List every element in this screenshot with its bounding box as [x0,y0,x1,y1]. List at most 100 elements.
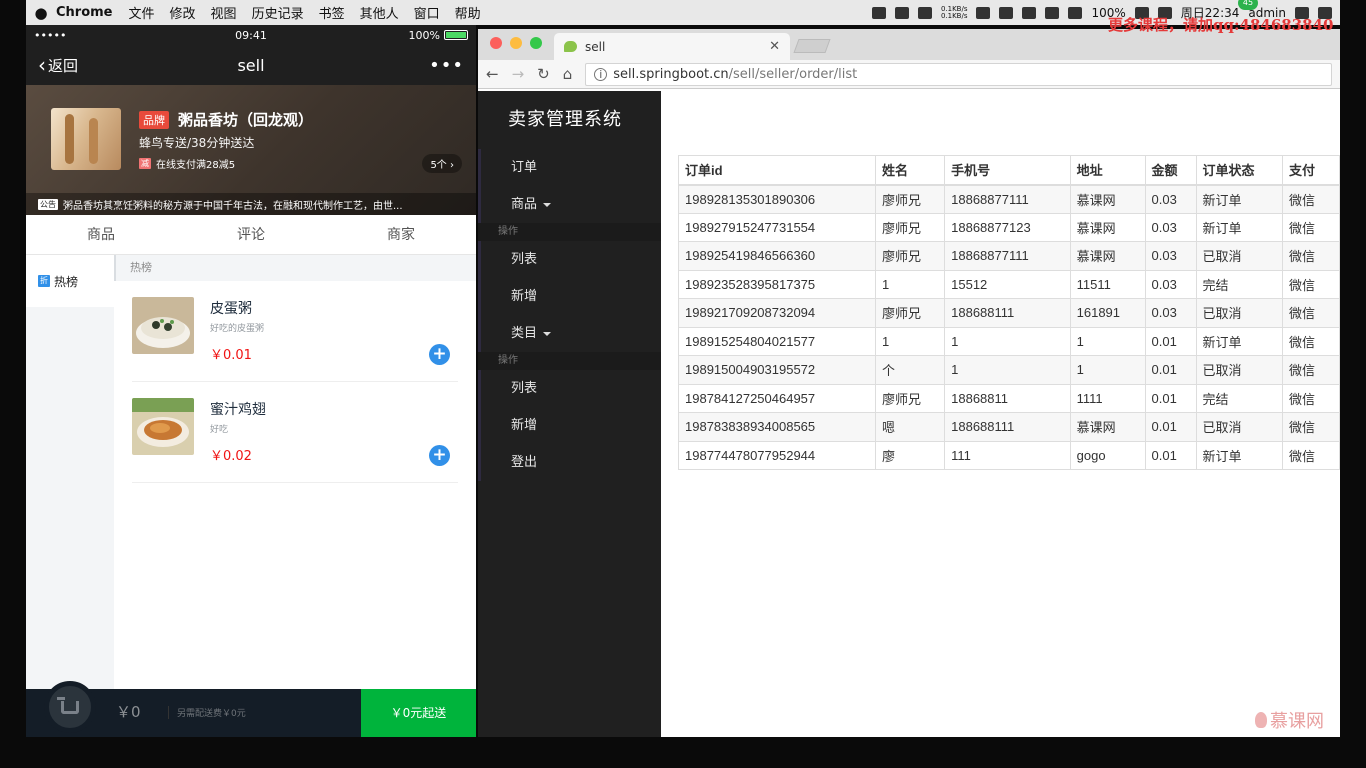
table-cell: 完结 [1195,269,1283,299]
wechat-icon [564,41,577,52]
shop-name: 粥品香坊（回龙观） [178,111,314,129]
sidebar-item-category-add[interactable]: 新增 [478,407,661,444]
column-header: 地址 [1069,155,1146,186]
shop-header[interactable]: 品牌 粥品香坊（回龙观） 蜂鸟专送/38分钟送达 减 在线支付满28减5 5个 … [26,85,476,215]
menu-window[interactable]: 窗口 [414,3,440,22]
table-cell: 1111 [1069,383,1146,413]
close-window-button[interactable] [490,37,502,49]
food-item[interactable]: 皮蛋粥 好吃的皮蛋粥 ￥0.01 + [132,281,458,382]
net-down: 0.1KB/s [940,11,968,20]
menu-view[interactable]: 视图 [211,3,237,22]
zoom-window-button[interactable] [530,37,542,49]
menu-edit[interactable]: 修改 [170,3,196,22]
table-cell: 18868877123 [944,212,1071,242]
app-tray-icon[interactable] [894,6,909,19]
chrome-window: sell ✕ ← → ↻ ⌂ i sell.springboot.cn/sell… [478,29,1340,737]
table-cell: 已取消 [1195,355,1283,385]
app-tray-icon[interactable] [871,6,886,19]
category-item-hot[interactable]: 折 热榜 [26,255,114,307]
clipboard-icon[interactable] [976,6,991,19]
table-cell: 个 [874,355,946,385]
menu-bookmarks[interactable]: 书签 [319,3,345,22]
sidebar-item-product-add[interactable]: 新增 [478,278,661,315]
address-bar[interactable]: i sell.springboot.cn/sell/seller/order/l… [585,62,1332,86]
promo-count-button[interactable]: 5个 › [422,154,462,173]
table-cell: 198915004903195572 [678,355,876,385]
browser-tab[interactable]: sell ✕ [554,33,790,60]
food-list: 热榜 皮蛋粥 好吃的皮蛋粥 ￥0.01 + 蜜汁鸡翅 好吃 ￥0.02 + [114,255,476,689]
tab-ratings[interactable]: 评论 [176,215,326,254]
promo-overlay-text: 更多课程，请加qq:484683840 [1108,16,1334,34]
table-row: 198784127250464957 廖师兄 18868811 1111 0.01 完结微… [678,383,1340,413]
caret-down-icon [543,331,552,336]
more-icon[interactable]: ••• [429,55,464,76]
table-cell: 廖师兄 [874,184,946,214]
ios-status-bar: ••••• 09:41 100% [26,25,476,45]
send-icon[interactable] [1045,6,1060,19]
shop-notice[interactable]: 公告 粥品香坊其烹饪粥料的秘方源于中国千年古法，在融和现代制作工艺，由世... [26,193,476,215]
app-menu[interactable]: Chrome [56,5,113,20]
table-cell: 198783838934008565 [678,412,876,442]
column-header: 手机号 [944,155,1071,186]
food-item[interactable]: 蜜汁鸡翅 好吃 ￥0.02 + [132,382,458,483]
table-row: 198928135301890306 廖师兄 18868877111 慕课网 0.03 新… [678,184,1340,214]
menu-help[interactable]: 帮助 [455,3,481,22]
forward-arrow-icon[interactable]: → [512,65,525,83]
back-button[interactable]: ‹ 返回 [38,53,78,77]
home-icon[interactable]: ⌂ [563,65,573,83]
table-row: 198925419846566360 廖师兄 18868877111 慕课网 0.03 已… [678,241,1340,271]
sidebar-item-logout[interactable]: 登出 [478,444,661,481]
notice-icon: 公告 [38,198,58,210]
phone-page-title: sell [237,55,265,75]
display-icon[interactable] [1022,6,1037,19]
table-cell: 新订单 [1195,184,1283,214]
close-tab-icon[interactable]: ✕ [769,39,780,54]
table-cell: 198923528395817375 [678,269,876,299]
table-cell: 微信 [1281,269,1340,299]
sidebar-item-product-list[interactable]: 列表 [478,241,661,278]
table-cell: 15512 [944,269,1071,299]
sidebar-section-header: 操作 [478,223,661,241]
menu-history[interactable]: 历史记录 [252,3,304,22]
sidebar-item-category-list[interactable]: 列表 [478,370,661,407]
table-cell: 新订单 [1195,440,1283,470]
minimize-window-button[interactable] [510,37,522,49]
table-cell: 0.01 [1144,440,1197,470]
table-cell: 0.03 [1144,269,1197,299]
cloud-icon[interactable] [999,6,1014,19]
ios-battery-percent: 100% [408,28,440,42]
info-icon[interactable]: i [594,67,608,81]
tab-goods[interactable]: 商品 [26,215,176,254]
url-text: sell.springboot.cn/sell/seller/order/lis… [613,67,857,82]
table-cell: 慕课网 [1069,241,1146,271]
menu-file[interactable]: 文件 [129,3,155,22]
caret-down-icon [543,202,552,207]
sidebar-item-orders[interactable]: 订单 [478,149,661,186]
watermark-text: 慕课网 [1270,711,1324,732]
add-icon[interactable]: + [429,445,450,466]
shopping-cart-icon[interactable] [44,681,96,733]
seller-sidebar: 卖家管理系统 订单 商品 操作 列表 新增 类目 操作 列表 新增 登出 [478,91,661,737]
orders-table: 订单id 姓名 手机号 地址 金额 订单状态 支付 19892813530189… [678,155,1340,470]
wifi-icon[interactable] [1068,6,1083,19]
apple-icon[interactable]: ● [26,4,56,22]
table-row: 198921709208732094 廖师兄 188688111 161891 0.03… [678,298,1340,328]
table-cell: 198784127250464957 [678,383,876,413]
checkout-button[interactable]: ￥0元起送 [361,689,476,737]
menu-people[interactable]: 其他人 [360,3,399,22]
table-cell: 微信 [1281,440,1340,470]
sidebar-item-categories[interactable]: 类目 [478,315,661,352]
sidebar-item-products[interactable]: 商品 [478,186,661,223]
sidebar-item-label: 类目 [511,326,538,341]
app-tray-icon[interactable] [917,6,932,19]
category-label: 热榜 [54,274,79,289]
table-header-row: 订单id 姓名 手机号 地址 金额 订单状态 支付 [678,155,1340,186]
table-row: 198915004903195572 个 1 1 0.01 已取消 微信 [678,355,1340,385]
table-cell: 0.03 [1144,212,1197,242]
new-tab-button[interactable] [793,39,831,53]
back-arrow-icon[interactable]: ← [486,65,499,83]
tab-seller[interactable]: 商家 [326,215,476,254]
column-header: 金额 [1144,155,1197,186]
add-icon[interactable]: + [429,344,450,365]
reload-icon[interactable]: ↻ [537,65,550,83]
